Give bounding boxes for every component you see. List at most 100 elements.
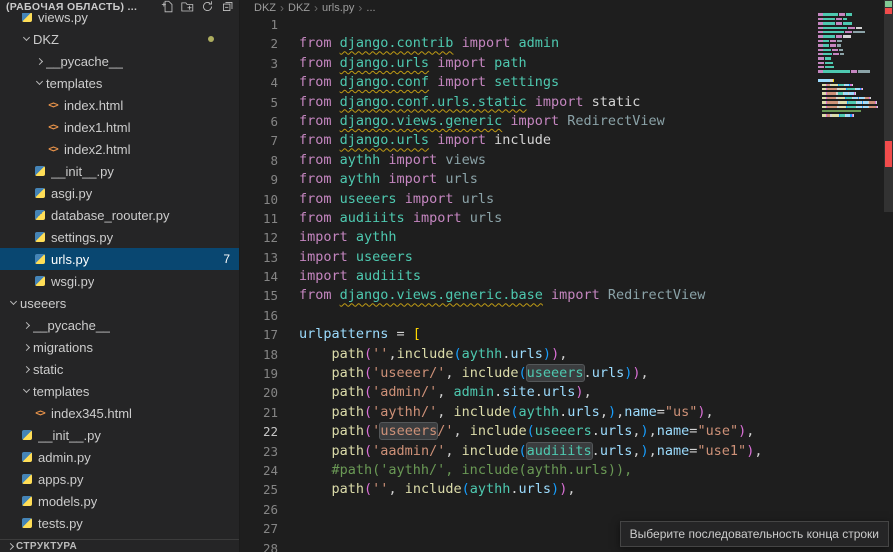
tree-item-pycache[interactable]: __pycache__ <box>0 50 240 72</box>
indent <box>0 479 19 480</box>
code-line-23[interactable]: 23 path('aadmin/', include(audiiits.urls… <box>240 442 893 461</box>
tree-item-static[interactable]: static <box>0 358 240 380</box>
code-text: from django.conf import settings <box>278 73 559 92</box>
breadcrumb-item[interactable]: DKZ <box>254 2 276 14</box>
tree-item-label: __init__.py <box>51 164 114 179</box>
tree-item-asgi-py[interactable]: asgi.py <box>0 182 240 204</box>
chevron-down-icon <box>19 390 33 392</box>
chevron-down-icon <box>32 82 46 84</box>
code-line-6[interactable]: 6from django.views.generic import Redire… <box>240 112 893 131</box>
collapse-all-icon[interactable] <box>221 0 234 13</box>
code-line-8[interactable]: 8from aythh import views <box>240 151 893 170</box>
code-line-21[interactable]: 21 path('aythh/', include(aythh.urls,),n… <box>240 403 893 422</box>
tree-item-migrations[interactable]: migrations <box>0 336 240 358</box>
tree-item-settings-py[interactable]: settings.py <box>0 226 240 248</box>
new-file-icon[interactable] <box>161 0 174 13</box>
code-line-24[interactable]: 24 #path('aythh/', include(aythh.urls)), <box>240 461 893 480</box>
line-number: 12 <box>240 228 278 247</box>
indent <box>0 325 19 326</box>
breadcrumb: DKZ›DKZ›urls.py›... <box>240 0 893 15</box>
code-area[interactable]: 12from django.contrib import admin3from … <box>240 15 893 552</box>
line-number: 3 <box>240 54 278 73</box>
tree-item-tests-py[interactable]: tests.py <box>0 512 240 534</box>
breadcrumb-item[interactable]: DKZ <box>288 2 310 14</box>
tree-item-models-py[interactable]: models.py <box>0 490 240 512</box>
tree-item-index2-html[interactable]: <>index2.html <box>0 138 240 160</box>
ruler-mark <box>885 1 892 7</box>
vscode-window: (РАБОЧАЯ ОБЛАСТЬ) ... views.pyDKZ__pycac… <box>0 0 893 552</box>
tree-item-admin-py[interactable]: admin.py <box>0 446 240 468</box>
code-line-4[interactable]: 4from django.conf import settings <box>240 73 893 92</box>
refresh-icon[interactable] <box>201 0 214 13</box>
code-line-14[interactable]: 14import audiiits <box>240 267 893 286</box>
code-line-20[interactable]: 20 path('admin/', admin.site.urls), <box>240 383 893 402</box>
line-number: 15 <box>240 286 278 305</box>
breadcrumb-item[interactable]: urls.py <box>322 2 354 14</box>
chevron-down-icon <box>6 302 20 304</box>
code-text: path('aythh/', include(aythh.urls,),name… <box>278 403 714 422</box>
indent <box>0 347 19 348</box>
code-line-25[interactable]: 25 path('', include(aythh.urls)), <box>240 480 893 499</box>
tree-item-dkz[interactable]: DKZ <box>0 28 240 50</box>
tree-item-init-py[interactable]: __init__.py <box>0 424 240 446</box>
outline-section-header[interactable]: СТРУКТУРА <box>0 539 240 552</box>
line-number: 10 <box>240 190 278 209</box>
indent <box>0 413 32 414</box>
code-text: import useeers <box>278 248 413 267</box>
line-number: 19 <box>240 364 278 383</box>
tree-item-pycache[interactable]: __pycache__ <box>0 314 240 336</box>
tree-item-label: useeers <box>20 296 66 311</box>
tree-item-init-py[interactable]: __init__.py <box>0 160 240 182</box>
code-line-12[interactable]: 12import aythh <box>240 228 893 247</box>
line-number: 27 <box>240 519 278 538</box>
code-line-26[interactable]: 26 <box>240 500 893 519</box>
code-line-16[interactable]: 16 <box>240 306 893 325</box>
code-line-5[interactable]: 5from django.conf.urls.static import sta… <box>240 93 893 112</box>
tree-item-templates[interactable]: templates <box>0 72 240 94</box>
code-line-1[interactable]: 1 <box>240 15 893 34</box>
python-file-icon <box>32 166 48 176</box>
scrollbar-thumb[interactable] <box>884 0 893 212</box>
tree-item-label: tests.py <box>38 516 83 531</box>
code-line-10[interactable]: 10from useeers import urls <box>240 190 893 209</box>
indent <box>0 523 19 524</box>
tree-item-index-html[interactable]: <>index.html <box>0 94 240 116</box>
overview-ruler[interactable] <box>884 0 893 552</box>
code-line-9[interactable]: 9from aythh import urls <box>240 170 893 189</box>
workspace-title: (РАБОЧАЯ ОБЛАСТЬ) ... <box>6 1 137 13</box>
minimap[interactable] <box>818 8 884 131</box>
tree-item-apps-py[interactable]: apps.py <box>0 468 240 490</box>
code-line-11[interactable]: 11from audiiits import urls <box>240 209 893 228</box>
new-folder-icon[interactable] <box>181 0 194 13</box>
line-number: 7 <box>240 131 278 150</box>
indent <box>0 61 32 62</box>
tree-item-templates[interactable]: templates <box>0 380 240 402</box>
code-line-13[interactable]: 13import useeers <box>240 248 893 267</box>
code-text: from django.views.generic.base import Re… <box>278 286 705 305</box>
code-line-17[interactable]: 17urlpatterns = [ <box>240 325 893 344</box>
indent <box>0 281 32 282</box>
chevron-down-icon <box>19 38 33 40</box>
code-text <box>278 500 299 519</box>
tree-item-index1-html[interactable]: <>index1.html <box>0 116 240 138</box>
tree-item-useeers[interactable]: useeers <box>0 292 240 314</box>
breadcrumb-item[interactable]: ... <box>366 2 375 14</box>
tree-item-index345-html[interactable]: <>index345.html <box>0 402 240 424</box>
tree-item-label: index1.html <box>64 120 130 135</box>
code-line-15[interactable]: 15from django.views.generic.base import … <box>240 286 893 305</box>
code-line-7[interactable]: 7from django.urls import include <box>240 131 893 150</box>
indent <box>0 83 32 84</box>
tree-item-database-roouter-py[interactable]: database_roouter.py <box>0 204 240 226</box>
code-line-18[interactable]: 18 path('',include(aythh.urls)), <box>240 345 893 364</box>
line-number: 17 <box>240 325 278 344</box>
tree-item-urls-py[interactable]: urls.py7 <box>0 248 240 270</box>
indent <box>0 259 32 260</box>
python-file-icon <box>19 518 35 528</box>
tree-item-wsgi-py[interactable]: wsgi.py <box>0 270 240 292</box>
code-line-3[interactable]: 3from django.urls import path <box>240 54 893 73</box>
code-line-19[interactable]: 19 path('useeer/', include(useeers.urls)… <box>240 364 893 383</box>
indent <box>0 149 45 150</box>
code-line-2[interactable]: 2from django.contrib import admin <box>240 34 893 53</box>
code-line-22[interactable]: 22 path('useeers/', include(useeers.urls… <box>240 422 893 441</box>
line-number: 4 <box>240 73 278 92</box>
